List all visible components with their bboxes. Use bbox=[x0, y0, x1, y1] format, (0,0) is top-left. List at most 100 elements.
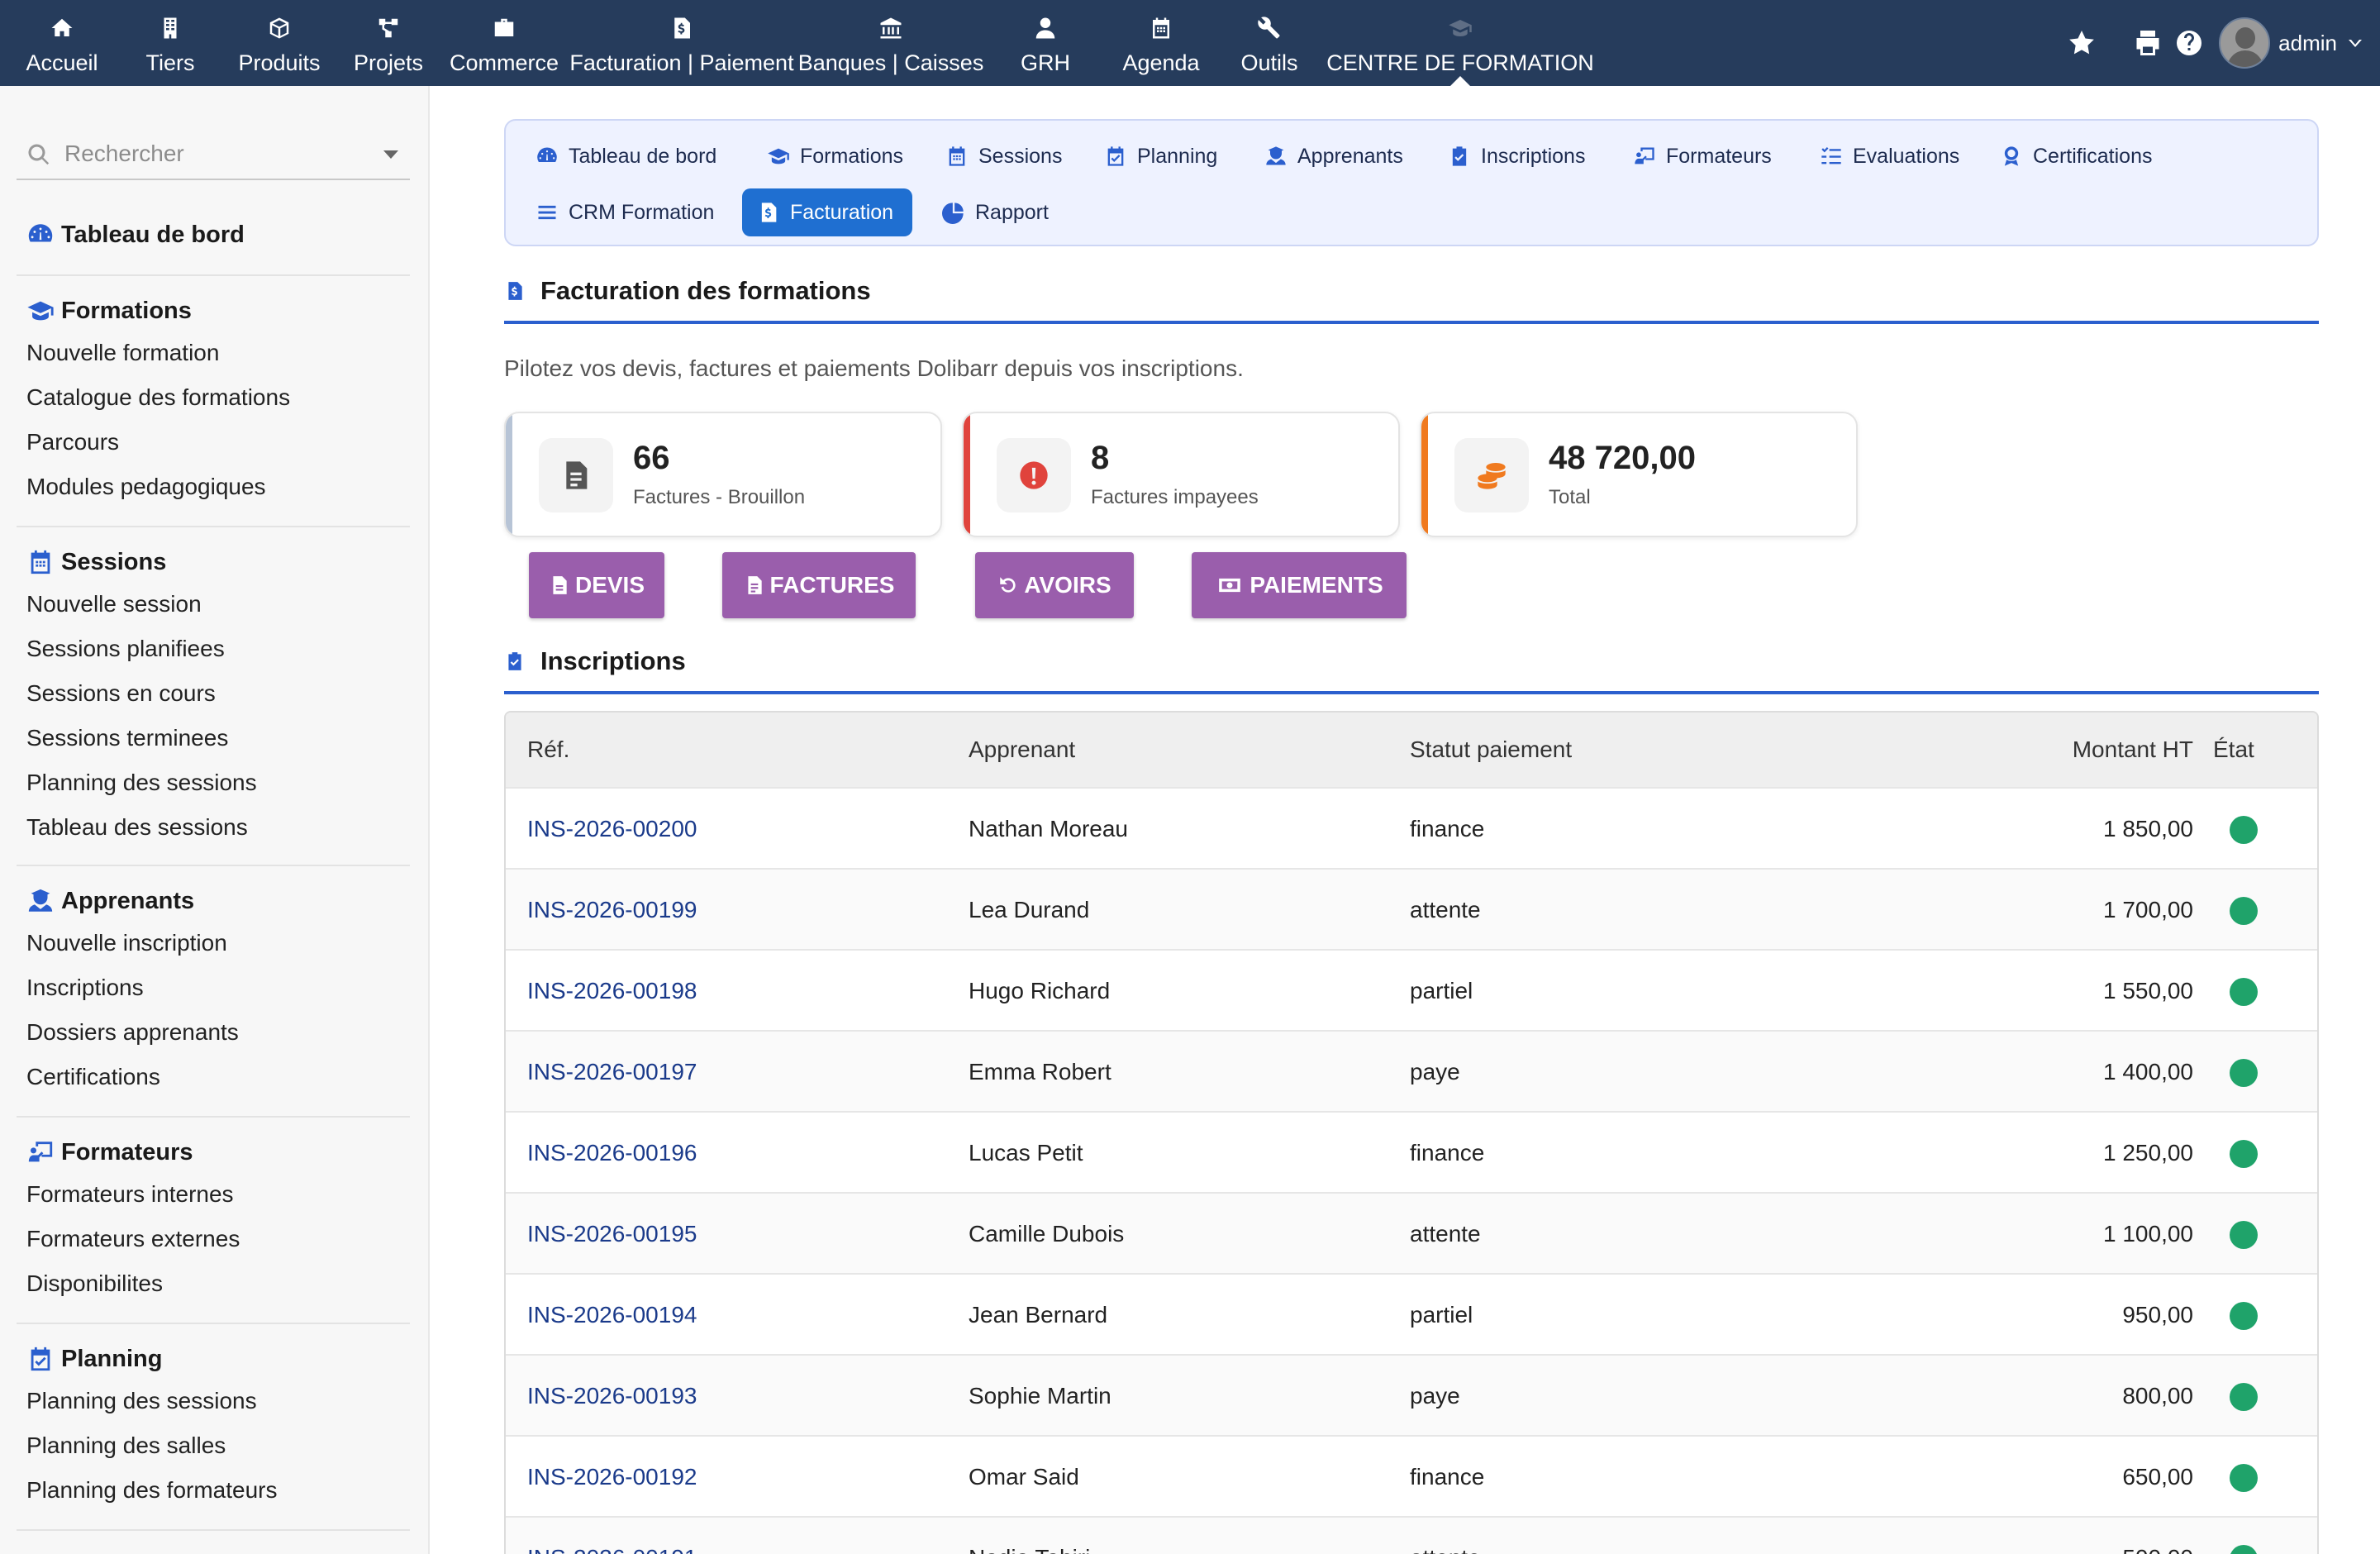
topnav-agenda[interactable]: Agenda bbox=[1107, 0, 1215, 86]
sidebar-heading-sessions[interactable]: Sessions bbox=[17, 542, 410, 582]
tab-apprenants[interactable]: Apprenants bbox=[1250, 132, 1418, 180]
print-icon[interactable] bbox=[2133, 28, 2163, 58]
ref-link[interactable]: INS-2026-00193 bbox=[527, 1356, 697, 1437]
column-header-montant[interactable]: Montant HT bbox=[2010, 713, 2193, 787]
ref-link[interactable]: INS-2026-00195 bbox=[527, 1194, 697, 1275]
calendar-icon bbox=[949, 146, 965, 166]
sidebar-item-catalogue[interactable]: Catalogue des formations bbox=[17, 375, 410, 420]
search-dropdown-caret[interactable] bbox=[383, 150, 398, 159]
devis-button[interactable]: DEVIS bbox=[529, 552, 664, 618]
tab-formations[interactable]: Formations bbox=[752, 132, 918, 180]
sidebar-item-nouvelle-session[interactable]: Nouvelle session bbox=[17, 582, 410, 627]
topnav-banques[interactable]: Banques | Caisses bbox=[798, 0, 983, 86]
topnav-tiers[interactable]: Tiers bbox=[116, 0, 225, 86]
sidebar-item-sessions-en-cours[interactable]: Sessions en cours bbox=[17, 671, 410, 716]
stat-card-impayees[interactable]: 8 Factures impayees bbox=[962, 412, 1400, 537]
ref-link[interactable]: INS-2026-00199 bbox=[527, 870, 697, 951]
sidebar-item-formateurs-externes[interactable]: Formateurs externes bbox=[17, 1217, 410, 1261]
ref-link[interactable]: INS-2026-00192 bbox=[527, 1437, 697, 1518]
column-header-etat[interactable]: État bbox=[2213, 713, 2254, 787]
stat-value: 48 720,00 bbox=[1549, 440, 1696, 476]
sidebar-item-planning-des-salles[interactable]: Planning des salles bbox=[17, 1423, 410, 1468]
sidebar-item-planning-des-sessions[interactable]: Planning des sessions bbox=[17, 1379, 410, 1423]
tab-formateurs[interactable]: Formateurs bbox=[1618, 132, 1787, 180]
sidebar-heading-apprenants[interactable]: Apprenants bbox=[17, 881, 410, 921]
sidebar-heading-formateurs[interactable]: Formateurs bbox=[17, 1132, 410, 1172]
ref-link[interactable]: INS-2026-00200 bbox=[527, 789, 697, 870]
sidebar-item-planning-sessions[interactable]: Planning des sessions bbox=[17, 760, 410, 805]
topnav-grh[interactable]: GRH bbox=[983, 0, 1107, 86]
tab-tableau-de-bord[interactable]: Tableau de bord bbox=[521, 132, 731, 180]
sidebar-item-tableau-sessions[interactable]: Tableau des sessions bbox=[17, 805, 410, 850]
topnav-centre-formation[interactable]: CENTRE DE FORMATION bbox=[1324, 0, 1597, 86]
ref-link[interactable]: INS-2026-00198 bbox=[527, 951, 697, 1032]
tab-facturation[interactable]: Facturation bbox=[742, 188, 912, 236]
sidebar-heading-planning[interactable]: Planning bbox=[17, 1339, 410, 1379]
user-name[interactable]: admin bbox=[2278, 31, 2337, 56]
table-row[interactable]: INS-2026-00192 Omar Said finance 650,00 bbox=[506, 1435, 2317, 1516]
paiements-button[interactable]: PAIEMENTS bbox=[1192, 552, 1407, 618]
tab-planning[interactable]: Planning bbox=[1089, 132, 1232, 180]
table-row[interactable]: INS-2026-00195 Camille Dubois attente 1 100… bbox=[506, 1192, 2317, 1273]
tab-sessions[interactable]: Sessions bbox=[931, 132, 1077, 180]
sidebar-item-dossiers[interactable]: Dossiers apprenants bbox=[17, 1010, 410, 1055]
tab-rapport[interactable]: Rapport bbox=[927, 188, 1064, 236]
tab-evaluations[interactable]: Evaluations bbox=[1805, 132, 1974, 180]
chevron-down-icon[interactable] bbox=[2345, 33, 2365, 53]
avatar[interactable] bbox=[2219, 17, 2271, 69]
ref-link[interactable]: INS-2026-00197 bbox=[527, 1032, 697, 1113]
table-row[interactable]: INS-2026-00194 Jean Bernard partiel 950,00 bbox=[506, 1273, 2317, 1354]
help-icon[interactable] bbox=[2174, 28, 2204, 58]
apprenant-cell: Emma Robert bbox=[969, 1059, 1111, 1084]
card-icon-box bbox=[539, 438, 613, 512]
topnav-commerce[interactable]: Commerce bbox=[443, 0, 565, 86]
ref-link[interactable]: INS-2026-00196 bbox=[527, 1113, 697, 1194]
avoirs-button[interactable]: AVOIRS bbox=[975, 552, 1134, 618]
column-header-apprenant[interactable]: Apprenant bbox=[969, 713, 1075, 787]
student-icon bbox=[1266, 146, 1286, 165]
table-row[interactable]: INS-2026-00198 Hugo Richard partiel 1 550,0… bbox=[506, 949, 2317, 1030]
table-row[interactable]: INS-2026-00196 Lucas Petit finance 1 250,00 bbox=[506, 1111, 2317, 1192]
home-icon bbox=[51, 18, 73, 36]
sidebar-item-modules[interactable]: Modules pedagogiques bbox=[17, 465, 410, 509]
sidebar-item-certifications[interactable]: Certifications bbox=[17, 1055, 410, 1099]
sidebar-item-tableau-de-bord[interactable]: Tableau de bord bbox=[17, 215, 410, 255]
column-header-ref[interactable]: Réf. bbox=[527, 713, 569, 787]
sidebar-item-inscriptions[interactable]: Inscriptions bbox=[17, 965, 410, 1010]
tab-inscriptions[interactable]: Inscriptions bbox=[1433, 132, 1600, 180]
search-input[interactable] bbox=[64, 136, 362, 172]
star-icon[interactable] bbox=[2067, 28, 2097, 58]
top-menu-bar: Accueil Tiers Produits Projets Commerce … bbox=[0, 0, 2380, 86]
graduation-cap-icon bbox=[1449, 20, 1472, 36]
table-row[interactable]: INS-2026-00193 Sophie Martin paye 800,00 bbox=[506, 1354, 2317, 1435]
sidebar-item-planning-des-formateurs[interactable]: Planning des formateurs bbox=[17, 1468, 410, 1513]
alert-icon bbox=[1020, 461, 1048, 489]
sidebar-item-sessions-planifiees[interactable]: Sessions planifiees bbox=[17, 627, 410, 671]
topnav-projets[interactable]: Projets bbox=[334, 0, 443, 86]
topnav-accueil[interactable]: Accueil bbox=[8, 0, 116, 86]
table-row[interactable]: INS-2026-00199 Lea Durand attente 1 700,00 bbox=[506, 868, 2317, 949]
stat-card-total[interactable]: 48 720,00 Total bbox=[1420, 412, 1858, 537]
student-icon bbox=[28, 889, 53, 912]
tab-crm-formation[interactable]: CRM Formation bbox=[521, 188, 729, 236]
ref-link[interactable]: INS-2026-00194 bbox=[527, 1275, 697, 1356]
sidebar-item-nouvelle-inscription[interactable]: Nouvelle inscription bbox=[17, 921, 410, 965]
column-header-statut[interactable]: Statut paiement bbox=[1410, 713, 1572, 787]
table-row[interactable]: INS-2026-00200 Nathan Moreau finance 1 850,… bbox=[506, 787, 2317, 868]
ref-link[interactable]: INS-2026-00191 bbox=[527, 1518, 697, 1554]
sidebar-item-formateurs-internes[interactable]: Formateurs internes bbox=[17, 1172, 410, 1217]
topnav-outils[interactable]: Outils bbox=[1215, 0, 1324, 86]
topnav-produits[interactable]: Produits bbox=[225, 0, 334, 86]
table-row[interactable]: INS-2026-00191 Nadia Tahiri attente 500,00 bbox=[506, 1516, 2317, 1554]
sidebar-item-parcours[interactable]: Parcours bbox=[17, 420, 410, 465]
sidebar-item-sessions-terminees[interactable]: Sessions terminees bbox=[17, 716, 410, 760]
factures-button[interactable]: FACTURES bbox=[722, 552, 916, 618]
table-row[interactable]: INS-2026-00197 Emma Robert paye 1 400,00 bbox=[506, 1030, 2317, 1111]
sidebar-item-disponibilites[interactable]: Disponibilites bbox=[17, 1261, 410, 1306]
stat-card-brouillon[interactable]: 66 Factures - Brouillon bbox=[504, 412, 942, 537]
topnav-facturation[interactable]: Facturation | Paiement bbox=[565, 0, 798, 86]
sidebar-dashboard: Tableau de bord bbox=[17, 215, 410, 255]
sidebar-heading-formations[interactable]: Formations bbox=[17, 291, 410, 331]
sidebar-item-nouvelle-formation[interactable]: Nouvelle formation bbox=[17, 331, 410, 375]
tab-certifications[interactable]: Certifications bbox=[1985, 132, 2168, 180]
